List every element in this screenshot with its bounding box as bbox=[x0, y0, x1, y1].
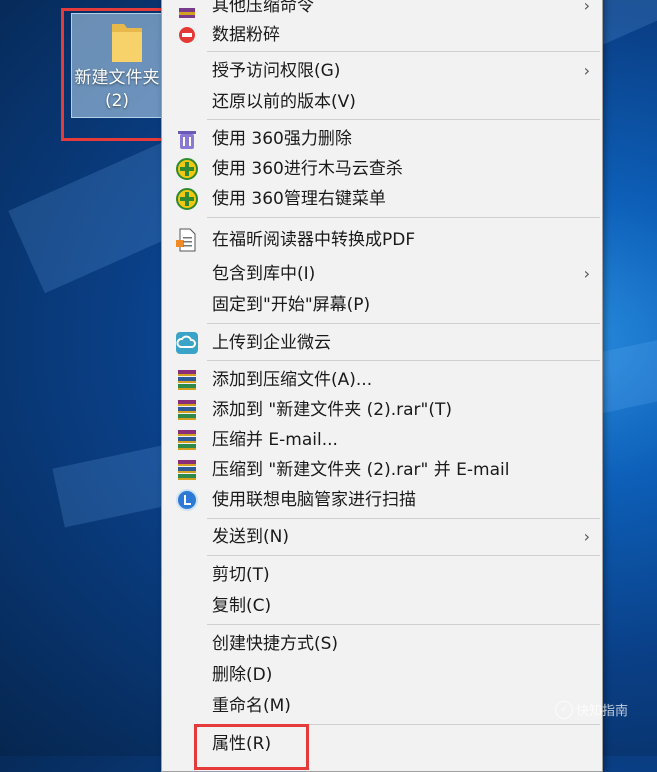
menu-label: 包含到库中(I) bbox=[212, 264, 316, 284]
menu-label: 在福昕阅读器中转换成PDF bbox=[212, 230, 416, 250]
menu-label: 使用 360进行木马云查杀 bbox=[212, 159, 403, 179]
menu-label: 创建快捷方式(S) bbox=[212, 634, 339, 654]
winrar-icon bbox=[175, 0, 199, 18]
360-plus-icon bbox=[175, 157, 199, 181]
watermark-logo-icon: ✓ bbox=[555, 700, 573, 719]
menu-separator bbox=[207, 624, 600, 625]
menu-item-upload-weiyun[interactable]: 上传到企业微云 bbox=[162, 328, 602, 358]
menu-item-copy[interactable]: 复制(C) bbox=[162, 591, 602, 621]
properties-highlight-box bbox=[194, 724, 309, 770]
menu-label: 重命名(M) bbox=[212, 696, 291, 716]
menu-item-grant-access[interactable]: 授予访问权限(G) › bbox=[162, 56, 602, 86]
chevron-right-icon: › bbox=[583, 0, 590, 15]
menu-item-lenovo-scan[interactable]: 使用联想电脑管家进行扫描 bbox=[162, 485, 602, 515]
menu-separator bbox=[207, 518, 600, 519]
menu-label: 发送到(N) bbox=[212, 527, 289, 547]
menu-item-foxit-convert-pdf[interactable]: 在福昕阅读器中转换成PDF bbox=[162, 225, 602, 255]
menu-label: 复制(C) bbox=[212, 596, 272, 616]
folder-highlight-box bbox=[61, 8, 169, 141]
menu-item-compress-email[interactable]: 压缩并 E-mail... bbox=[162, 425, 602, 455]
360-plus-icon bbox=[175, 187, 199, 211]
menu-item-restore-versions[interactable]: 还原以前的版本(V) bbox=[162, 87, 602, 117]
menu-label: 压缩到 "新建文件夹 (2).rar" 并 E-mail bbox=[212, 460, 510, 480]
360-delete-icon bbox=[175, 127, 199, 151]
menu-separator bbox=[207, 51, 600, 52]
menu-label: 添加到压缩文件(A)... bbox=[212, 370, 373, 390]
watermark: ✓ 快知指南 bbox=[555, 700, 628, 719]
winrar-icon bbox=[175, 368, 199, 392]
menu-label: 还原以前的版本(V) bbox=[212, 92, 356, 112]
menu-label: 数据粉碎 bbox=[212, 25, 280, 45]
context-menu: 其他压缩命令 › 数据粉碎 授予访问权限(G) › 还原以前的版本(V) 使用 … bbox=[161, 0, 603, 772]
menu-separator bbox=[207, 323, 600, 324]
menu-label: 压缩并 E-mail... bbox=[212, 430, 338, 450]
menu-separator bbox=[207, 217, 600, 218]
winrar-icon bbox=[175, 398, 199, 422]
menu-item-add-to-archive[interactable]: 添加到压缩文件(A)... bbox=[162, 365, 602, 395]
menu-item-rename[interactable]: 重命名(M) bbox=[162, 691, 602, 721]
menu-label: 固定到"开始"屏幕(P) bbox=[212, 295, 371, 315]
menu-item-360-manage-menu[interactable]: 使用 360管理右键菜单 bbox=[162, 184, 602, 214]
menu-item-compress-rar-email[interactable]: 压缩到 "新建文件夹 (2).rar" 并 E-mail bbox=[162, 455, 602, 485]
menu-label: 授予访问权限(G) bbox=[212, 61, 341, 81]
chevron-right-icon: › bbox=[583, 61, 590, 80]
menu-item-cut[interactable]: 剪切(T) bbox=[162, 560, 602, 590]
winrar-icon bbox=[175, 428, 199, 452]
menu-label: 添加到 "新建文件夹 (2).rar"(T) bbox=[212, 400, 452, 420]
winrar-icon bbox=[175, 458, 199, 482]
menu-item-create-shortcut[interactable]: 创建快捷方式(S) bbox=[162, 629, 602, 659]
cloud-icon bbox=[175, 331, 199, 355]
menu-item-pin-to-start[interactable]: 固定到"开始"屏幕(P) bbox=[162, 290, 602, 320]
menu-label: 使用 360管理右键菜单 bbox=[212, 189, 386, 209]
menu-item-delete[interactable]: 删除(D) bbox=[162, 660, 602, 690]
lenovo-shield-icon bbox=[175, 488, 199, 512]
menu-label: 使用 360强力删除 bbox=[212, 129, 352, 149]
menu-item-360-trojan-scan[interactable]: 使用 360进行木马云查杀 bbox=[162, 154, 602, 184]
shred-icon bbox=[175, 23, 199, 47]
menu-label: 其他压缩命令 bbox=[212, 0, 314, 16]
watermark-text: 快知指南 bbox=[576, 704, 629, 719]
menu-item-data-shred[interactable]: 数据粉碎 bbox=[162, 20, 602, 50]
menu-separator bbox=[207, 119, 600, 120]
menu-item-include-in-library[interactable]: 包含到库中(I) › bbox=[162, 259, 602, 289]
menu-label: 删除(D) bbox=[212, 665, 273, 685]
chevron-right-icon: › bbox=[583, 527, 590, 546]
menu-separator bbox=[207, 360, 600, 361]
menu-label: 使用联想电脑管家进行扫描 bbox=[212, 490, 416, 510]
menu-label: 上传到企业微云 bbox=[212, 333, 331, 353]
menu-item-send-to[interactable]: 发送到(N) › bbox=[162, 522, 602, 552]
chevron-right-icon: › bbox=[583, 264, 590, 283]
menu-separator bbox=[207, 555, 600, 556]
menu-item-add-to-rar[interactable]: 添加到 "新建文件夹 (2).rar"(T) bbox=[162, 395, 602, 425]
document-icon bbox=[175, 228, 199, 252]
menu-item-360-force-delete[interactable]: 使用 360强力删除 bbox=[162, 124, 602, 154]
menu-label: 剪切(T) bbox=[212, 565, 270, 585]
menu-item-other-compress[interactable]: 其他压缩命令 › bbox=[162, 0, 602, 21]
